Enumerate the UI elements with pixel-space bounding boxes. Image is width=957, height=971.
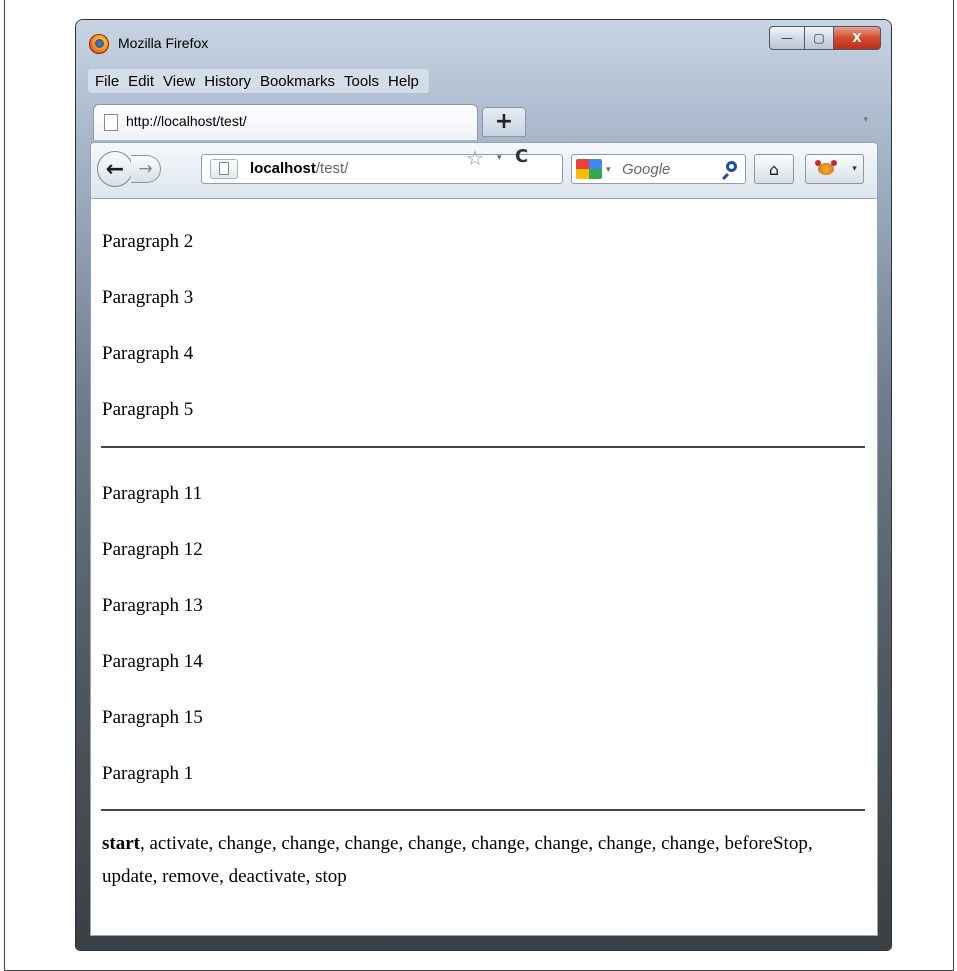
menu-bar: File Edit View History Bookmarks Tools H… [88,69,429,93]
menu-help[interactable]: Help [385,73,425,90]
url-text[interactable]: localhost/test/ [250,160,348,177]
reload-icon[interactable]: C [515,147,528,167]
url-dropdown-icon[interactable]: ▾ [497,153,502,163]
menu-bookmarks[interactable]: Bookmarks [257,73,341,90]
paragraph-item: Paragraph 2 [102,231,194,252]
maximize-button[interactable]: ▢ [805,26,834,50]
tab-localhost-test[interactable]: http://localhost/test/ [93,104,478,140]
menu-tools[interactable]: Tools [341,73,385,90]
paragraph-item: Paragraph 1 [102,763,194,784]
firebug-dropdown-icon[interactable]: ▾ [846,154,864,184]
forward-button[interactable]: → [131,155,161,183]
search-input[interactable]: Google [622,161,670,178]
google-icon[interactable] [576,159,602,179]
paragraph-item: Paragraph 11 [102,483,203,504]
navigation-toolbar: ← → localhost/test/ ☆ ▾ C ▾ Google ⌂ ▾ [90,142,878,198]
event-log-rest: , activate, change, change, change, chan… [102,833,813,887]
paragraph-item: Paragraph 3 [102,287,194,308]
search-icon[interactable] [726,161,737,172]
firebug-button[interactable] [805,154,847,184]
firebug-icon [815,160,837,175]
tab-list-arrow-icon[interactable]: ▾ [863,115,868,125]
title-bar: Mozilla Firefox — ▢ X [76,20,891,62]
event-log: start, activate, change, change, change,… [102,827,862,893]
firefox-icon [89,34,109,54]
paragraph-item: Paragraph 14 [102,651,203,672]
menu-file[interactable]: File [92,73,125,90]
window-title: Mozilla Firefox [118,35,209,51]
event-log-first: start [102,833,140,854]
site-identity-icon[interactable] [210,159,238,179]
menu-history[interactable]: History [201,73,257,90]
horizontal-rule [101,809,865,811]
back-button[interactable]: ← [97,151,133,187]
paragraph-item: Paragraph 13 [102,595,203,616]
paragraph-item: Paragraph 5 [102,399,194,420]
home-button[interactable]: ⌂ [754,154,794,184]
paragraph-item: Paragraph 12 [102,539,203,560]
page-icon [104,114,118,131]
bookmark-star-icon[interactable]: ☆ [466,148,484,168]
menu-edit[interactable]: Edit [125,73,160,90]
url-bar[interactable]: localhost/test/ [201,154,563,184]
horizontal-rule [101,446,865,448]
window-controls: — ▢ X [769,26,881,50]
tab-strip: http://localhost/test/ + ▾ [76,102,891,142]
new-tab-button[interactable]: + [482,107,526,137]
page-content: Paragraph 2 Paragraph 3 Paragraph 4 Para… [90,198,878,936]
paragraph-item: Paragraph 15 [102,707,203,728]
browser-window: Mozilla Firefox — ▢ X File Edit View His… [76,20,891,950]
paragraph-item: Paragraph 4 [102,343,194,364]
tab-label: http://localhost/test/ [126,113,247,129]
menu-view[interactable]: View [160,73,201,90]
url-path: /test/ [315,160,349,177]
search-engine-dropdown-icon[interactable]: ▾ [606,165,611,175]
search-bar[interactable]: ▾ Google [571,154,746,184]
close-button[interactable]: X [834,26,881,50]
minimize-button[interactable]: — [769,26,805,50]
url-host: localhost [250,160,316,177]
